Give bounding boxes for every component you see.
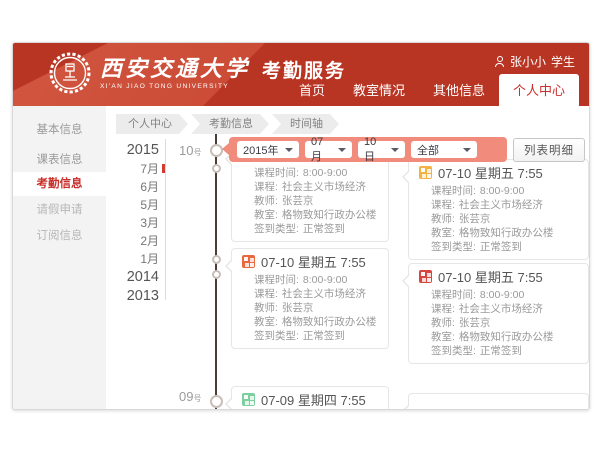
- current-month-marker: [162, 164, 165, 173]
- card-details: 课程时间:8:00-9:00 课程:社会主义市场经济 教师:张芸京 教室:格物致…: [254, 273, 380, 343]
- user-name: 张小小: [510, 53, 546, 70]
- user-info[interactable]: 张小小 学生: [494, 53, 575, 70]
- card-title: 07-10 星期五 7:55: [419, 269, 580, 284]
- day-label-10: 10号: [179, 143, 201, 158]
- day-select[interactable]: 10日: [358, 141, 405, 158]
- breadcrumb-attendance-info[interactable]: 考勤信息: [191, 114, 269, 134]
- scale-year-2013[interactable]: 2013: [113, 287, 159, 306]
- card-details: 课程时间:8:00-9:00 课程:社会主义市场经济 教师:张芸京 教室:格物致…: [431, 184, 580, 254]
- nav-item-personal-center[interactable]: 个人中心: [499, 74, 579, 106]
- card-title: 07-09 星期四 7:55: [242, 392, 380, 407]
- attendance-card-stub: [408, 393, 589, 410]
- sidebar-item-schedule-info[interactable]: 课表信息: [13, 148, 106, 172]
- nav-item-other-info[interactable]: 其他信息: [419, 80, 499, 106]
- month-select[interactable]: 07月: [305, 141, 352, 158]
- app-header: 西安交通大学 XI'AN JIAO TONG UNIVERSITY 考勤服务 张…: [13, 43, 589, 106]
- scale-month-may[interactable]: 5月: [113, 196, 159, 214]
- timeline-node-day09: [210, 395, 223, 408]
- chevron-down-icon: [338, 148, 346, 152]
- breadcrumb: 个人中心 考勤信息 时间轴: [116, 114, 339, 134]
- scale-month-feb[interactable]: 2月: [113, 232, 159, 250]
- sidebar-item-attendance-info[interactable]: 考勤信息: [13, 172, 106, 196]
- card-title: 07-10 星期五 7:55: [419, 165, 580, 180]
- sidebar-item-basic-info[interactable]: 基本信息: [13, 118, 106, 142]
- scale-month-jun[interactable]: 6月: [113, 178, 159, 196]
- year-select[interactable]: 2015年: [237, 141, 299, 158]
- breadcrumb-personal-center[interactable]: 个人中心: [116, 114, 188, 134]
- scale-divider: [165, 139, 166, 300]
- attendance-card: 07-09 星期四 7:55: [231, 386, 389, 410]
- university-emblem-icon: [49, 52, 91, 94]
- user-role: 学生: [551, 53, 575, 70]
- breadcrumb-timeline[interactable]: 时间轴: [272, 114, 339, 134]
- scale-year-2014[interactable]: 2014: [113, 268, 159, 287]
- scale-month-mar[interactable]: 3月: [113, 214, 159, 232]
- sidebar-item-subscription-info[interactable]: 订阅信息: [13, 224, 106, 248]
- card-details: 课程时间:8:00-9:00 课程:社会主义市场经济 教师:张芸京 教室:格物致…: [431, 288, 580, 358]
- attendance-card: 07-10 星期五 7:55 课程时间:8:00-9:00 课程:社会主义市场经…: [408, 159, 589, 260]
- filter-bar: 2015年 07月 10日 全部: [229, 137, 507, 162]
- type-select[interactable]: 全部: [411, 141, 477, 158]
- card-details: 课程时间:8:00-9:00 课程:社会主义市场经济 教师:张芸京 教室:格物致…: [254, 166, 380, 236]
- status-badge-icon: [242, 393, 255, 406]
- status-badge-icon: [242, 255, 255, 268]
- scale-month-jan[interactable]: 1月: [113, 250, 159, 268]
- day-label-09: 09号: [179, 389, 201, 404]
- timeline-scale: 2015 7月 6月 5月 3月 2月 1月 2014 2013: [113, 141, 159, 306]
- scale-month-jul[interactable]: 7月: [113, 160, 159, 178]
- timeline-node: [212, 255, 221, 264]
- attendance-card: 07-10 星期五 7:55 课程时间:8:00-9:00 课程:社会主义市场经…: [231, 248, 389, 349]
- main-nav: 首页 教室情况 其他信息 个人中心: [285, 74, 579, 106]
- nav-item-home[interactable]: 首页: [285, 80, 339, 106]
- user-icon: [494, 56, 505, 67]
- status-badge-icon: [419, 270, 432, 283]
- chevron-down-icon: [463, 148, 471, 152]
- university-name-en: XI'AN JIAO TONG UNIVERSITY: [100, 83, 250, 90]
- attendance-card: 07-10 星期五 7:55 课程时间:8:00-9:00 课程:社会主义市场经…: [408, 263, 589, 364]
- chevron-down-icon: [285, 148, 293, 152]
- card-title: 07-10 星期五 7:55: [242, 254, 380, 269]
- list-detail-button[interactable]: 列表明细: [513, 138, 585, 162]
- content-area: 基本信息 课表信息 考勤信息 请假申请 订阅信息 个人中心 考勤信息 时间轴 2…: [13, 106, 589, 409]
- timeline-node: [212, 164, 221, 173]
- sidebar-item-leave-request[interactable]: 请假申请: [13, 198, 106, 222]
- app-window: 西安交通大学 XI'AN JIAO TONG UNIVERSITY 考勤服务 张…: [12, 42, 590, 410]
- sidebar: 基本信息 课表信息 考勤信息 请假申请 订阅信息: [13, 106, 106, 409]
- university-name-cn: 西安交通大学: [100, 57, 250, 81]
- chevron-down-icon: [391, 148, 399, 152]
- status-badge-icon: [419, 166, 432, 179]
- timeline-node: [212, 270, 221, 279]
- scale-year-2015[interactable]: 2015: [113, 141, 159, 160]
- nav-item-classrooms[interactable]: 教室情况: [339, 80, 419, 106]
